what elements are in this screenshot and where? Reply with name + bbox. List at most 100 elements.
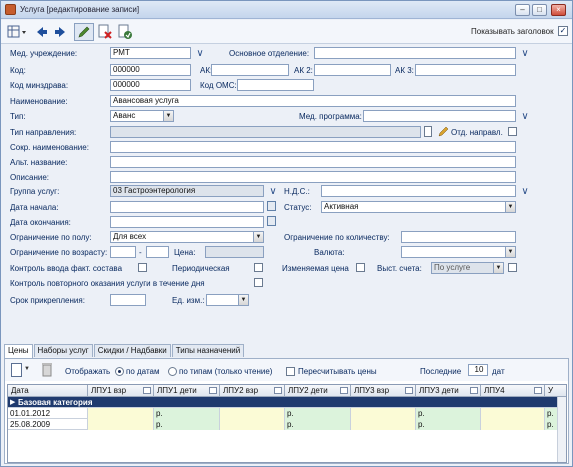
sex-limit-select[interactable]: Для всех ▼ <box>110 231 264 243</box>
price-cell[interactable] <box>481 419 545 430</box>
last-count-value: 10 <box>474 365 484 374</box>
status-select[interactable]: Активная ▼ <box>321 201 516 213</box>
age-from-field[interactable] <box>110 246 136 258</box>
repeat-control-checkbox[interactable] <box>254 278 263 287</box>
close-button[interactable]: × <box>551 4 566 16</box>
vertical-scrollbar[interactable] <box>557 397 566 462</box>
vat-label: Н.Д.С.: <box>284 187 310 196</box>
price-cell[interactable]: р. <box>154 408 220 419</box>
column-header[interactable]: ЛПУ3 дети <box>416 385 481 397</box>
cancel-edit-button[interactable] <box>96 23 114 41</box>
price-cell[interactable] <box>481 408 545 419</box>
med-program-field[interactable] <box>363 110 516 122</box>
main-dept-chevron-icon[interactable]: ∨ <box>519 49 531 59</box>
group-field[interactable]: 03 Гастроэнтерология <box>110 185 264 197</box>
last-count-field[interactable]: 10 <box>468 364 488 376</box>
unit-select[interactable]: ▼ <box>206 294 249 306</box>
price-field <box>205 246 264 258</box>
recalc-checkbox[interactable] <box>286 367 295 376</box>
save-close-button[interactable] <box>116 23 134 41</box>
vat-chevron-icon[interactable]: ∨ <box>519 187 531 197</box>
price-label: Цена: <box>174 248 196 257</box>
show-header-checkbox[interactable]: ✓ <box>558 26 568 36</box>
group-row[interactable]: ▶ Базовая категория <box>8 397 566 408</box>
price-cell[interactable] <box>351 408 416 419</box>
tab-discounts[interactable]: Скидки / Надбавки <box>93 344 171 357</box>
date-cell[interactable]: 01.01.2012 <box>8 408 88 419</box>
ak3-field[interactable] <box>415 64 516 76</box>
price-cell[interactable] <box>88 408 154 419</box>
by-dates-radio[interactable] <box>115 367 124 376</box>
age-to-field[interactable] <box>146 246 169 258</box>
column-header[interactable]: ЛПУ4 <box>481 385 545 397</box>
periodic-checkbox[interactable] <box>254 263 263 272</box>
type-select[interactable]: Аванс ▼ <box>110 110 174 122</box>
prev-record-button[interactable] <box>35 23 49 41</box>
invoice-select-value: По услуге <box>434 263 471 272</box>
variable-price-checkbox[interactable] <box>356 263 365 272</box>
vat-field[interactable] <box>321 185 516 197</box>
minimize-button[interactable]: – <box>515 4 530 16</box>
trash-icon[interactable] <box>41 362 53 377</box>
invoice-checkbox[interactable] <box>508 263 517 272</box>
tab-strip: Цены Наборы услуг Скидки / Надбавки Типы… <box>4 344 245 358</box>
ak2-field[interactable] <box>314 64 391 76</box>
oms-code-field[interactable] <box>237 79 314 91</box>
document-icon[interactable] <box>424 126 433 137</box>
maximize-button[interactable]: □ <box>532 4 547 16</box>
column-header[interactable]: ЛПУ2 дети <box>285 385 351 397</box>
column-header[interactable]: Дата <box>8 385 88 397</box>
column-header[interactable]: У <box>545 385 566 397</box>
price-cell[interactable]: р. <box>154 419 220 430</box>
column-header[interactable]: ЛПУ3 взр <box>351 385 416 397</box>
fact-control-checkbox[interactable] <box>138 263 147 272</box>
table-row[interactable]: 01.01.2012 р. р. р. р. <box>8 408 566 419</box>
med-org-field[interactable]: РМТ <box>110 47 191 59</box>
main-dept-field[interactable] <box>314 47 516 59</box>
column-header[interactable]: ЛПУ1 взр <box>88 385 154 397</box>
mz-code-field[interactable]: 000000 <box>110 79 191 91</box>
column-header[interactable]: ЛПУ1 дети <box>154 385 220 397</box>
calendar-icon[interactable] <box>267 201 276 211</box>
price-cell[interactable] <box>220 408 285 419</box>
new-document-icon[interactable] <box>11 363 23 377</box>
price-cell[interactable] <box>88 419 154 430</box>
price-cell[interactable] <box>220 419 285 430</box>
dropdown-arrow-icon: ▼ <box>163 111 173 121</box>
price-cell[interactable]: р. <box>285 408 351 419</box>
edit-button[interactable] <box>74 23 94 41</box>
end-date-field[interactable] <box>110 216 264 228</box>
pencil-icon[interactable] <box>438 126 449 137</box>
med-org-chevron-icon[interactable]: ∨ <box>194 49 206 59</box>
next-record-button[interactable] <box>53 23 67 41</box>
calendar-icon[interactable] <box>267 216 276 226</box>
currency-select[interactable]: ▼ <box>401 246 516 258</box>
start-date-field[interactable] <box>110 201 264 213</box>
med-program-chevron-icon[interactable]: ∨ <box>519 112 531 122</box>
price-cell[interactable] <box>351 419 416 430</box>
alt-name-field[interactable] <box>110 156 516 168</box>
attach-term-field[interactable] <box>110 294 146 306</box>
description-field[interactable] <box>110 171 516 183</box>
referral-checkbox[interactable] <box>508 127 517 136</box>
tab-service-sets[interactable]: Наборы услуг <box>33 344 93 357</box>
ak-field[interactable] <box>211 64 289 76</box>
group-chevron-icon[interactable]: ∨ <box>267 187 279 197</box>
status-select-value: Активная <box>324 202 359 211</box>
price-cell[interactable]: р. <box>416 408 481 419</box>
date-cell[interactable]: 25.08.2009 <box>8 419 88 430</box>
dropdown-arrow-icon[interactable]: ▼ <box>24 366 30 372</box>
by-types-radio[interactable] <box>168 367 177 376</box>
column-header[interactable]: ЛПУ2 взр <box>220 385 285 397</box>
qty-limit-field[interactable] <box>401 231 516 243</box>
tab-assignment-types[interactable]: Типы назначений <box>171 344 245 357</box>
name-field[interactable]: Авансовая услуга <box>110 95 516 107</box>
table-row[interactable]: 25.08.2009 р. р. р. р. <box>8 419 566 430</box>
toolbar: Показывать заголовок ✓ <box>1 20 572 44</box>
layout-menu-button[interactable] <box>6 23 28 41</box>
short-name-field[interactable] <box>110 141 516 153</box>
tab-prices[interactable]: Цены <box>4 344 33 358</box>
price-cell[interactable]: р. <box>416 419 481 430</box>
price-cell[interactable]: р. <box>285 419 351 430</box>
code-field[interactable]: 000000 <box>110 64 191 76</box>
